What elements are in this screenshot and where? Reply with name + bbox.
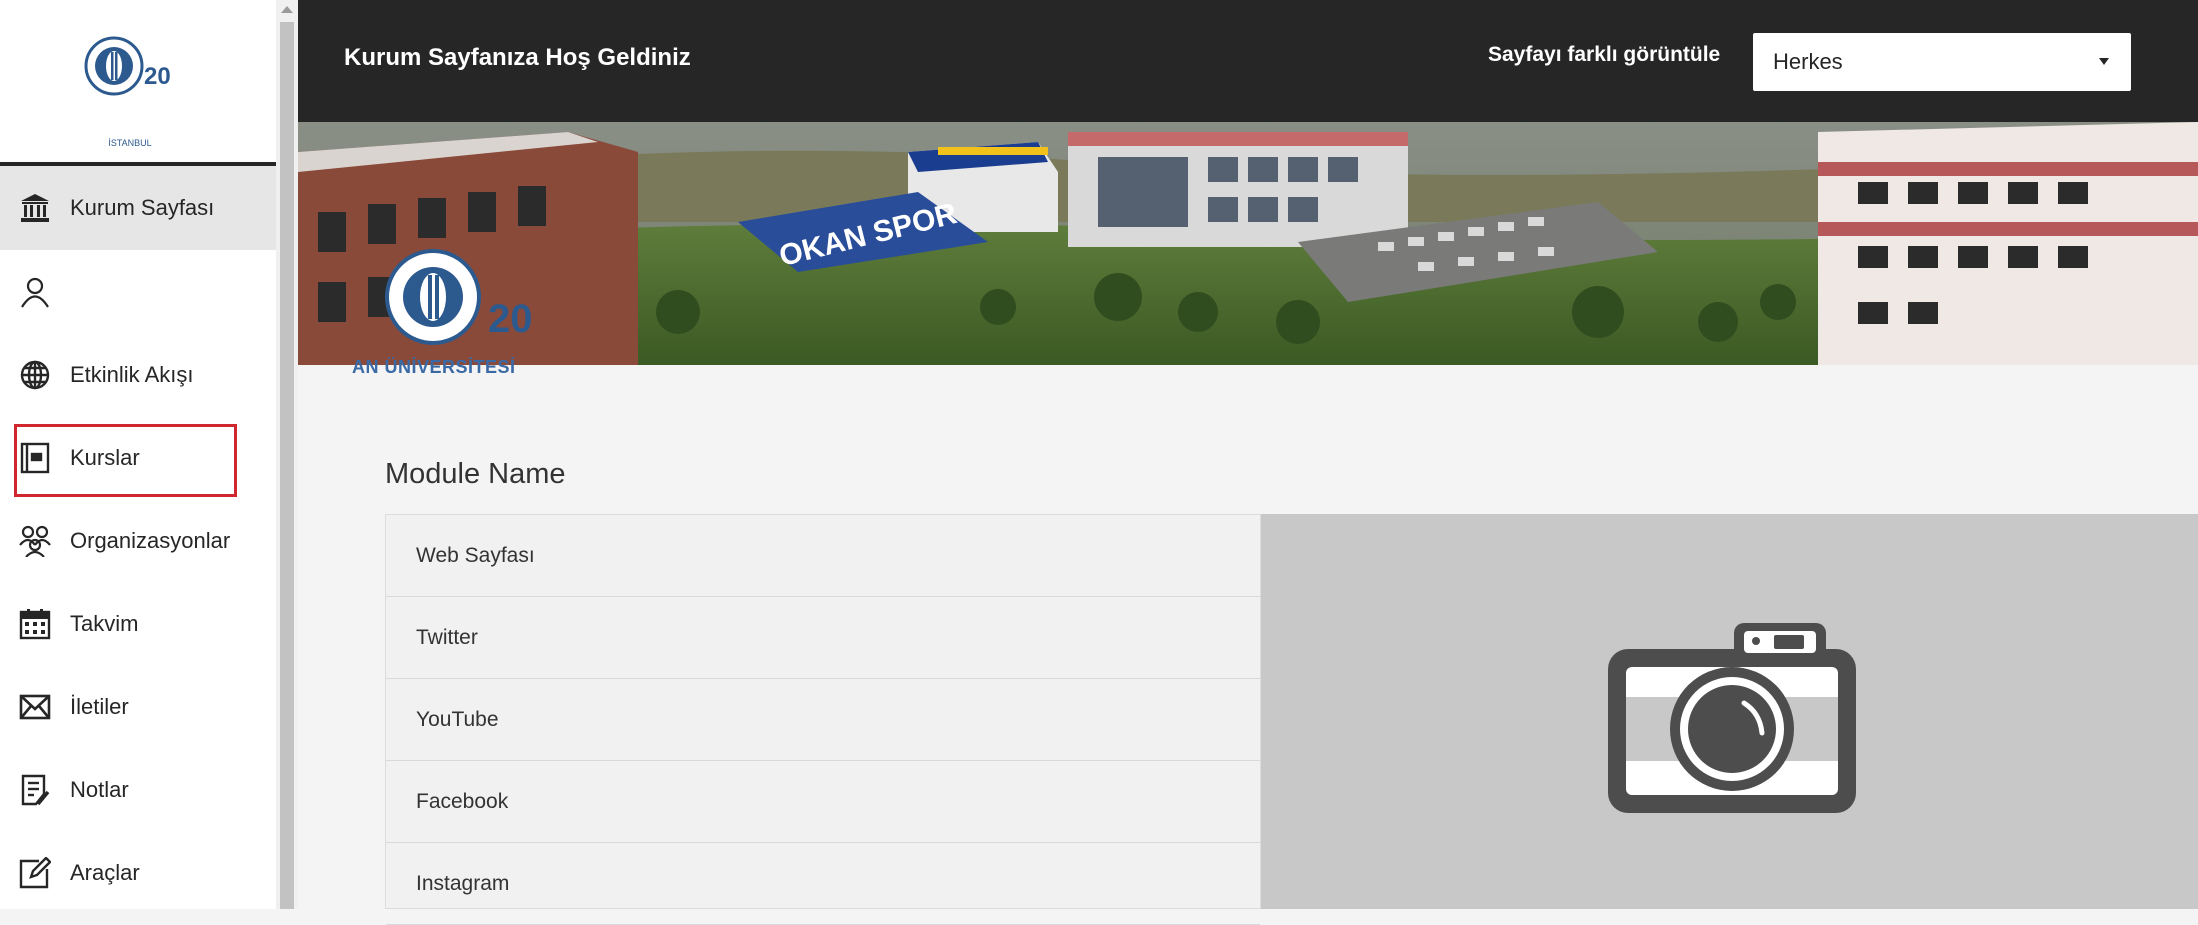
sidebar-item-label: Kurslar [70,444,140,470]
sidebar-item-label: Notlar [70,776,129,802]
module-link-list: Web Sayfası Twitter YouTube Facebook Ins… [385,514,1261,925]
institution-icon [18,191,52,225]
envelope-icon [18,690,52,724]
sidebar-item-grades[interactable]: Notlar [0,748,276,831]
link-facebook[interactable]: Facebook [386,761,1260,843]
page-title: Kurum Sayfanıza Hoş Geldiniz [344,44,691,71]
sidebar-item-profile[interactable] [0,250,276,333]
link-web-page[interactable]: Web Sayfası [386,515,1260,597]
sidebar-item-tools[interactable]: Araçlar [0,831,276,914]
sidebar-item-activity-stream[interactable]: Etkinlik Akışı [0,333,276,416]
link-instagram[interactable]: Instagram [386,843,1260,925]
calendar-icon [18,607,52,641]
caret-down-icon [2099,58,2109,65]
link-youtube[interactable]: YouTube [386,679,1260,761]
sidebar-item-label: Organizasyonlar [70,527,231,553]
module-panel: Web Sayfası Twitter YouTube Facebook Ins… [385,514,2198,925]
globe-icon [18,358,52,392]
sidebar-item-label: Kurum Sayfası [70,195,215,220]
university-logo[interactable]: 20 İSTANBUL [70,34,190,148]
module-image-placeholder [1261,514,2198,909]
user-icon [18,275,52,309]
campus-banner-image: OKAN SPOR 20 [298,122,2198,365]
sidebar: 20 İSTANBUL Kurum Sayfası Etkinlik Akışı [0,0,276,909]
scrollbar-thumb[interactable] [280,22,294,909]
svg-text:20: 20 [144,63,171,90]
view-as-label: Sayfayı farklı görüntüle [1488,43,1721,66]
sidebar-item-messages[interactable]: İletiler [0,665,276,748]
page-header: Kurum Sayfanıza Hoş Geldiniz Sayfayı far… [298,0,2198,122]
sidebar-item-institution[interactable]: Kurum Sayfası [0,162,276,250]
logo-seal-icon: 20 [84,36,171,96]
module-title: Module Name [385,458,566,490]
sidebar-item-label: İletiler [70,693,129,719]
sidebar-item-organizations[interactable]: Organizasyonlar [0,499,276,582]
camera-icon [1608,623,1856,813]
sidebar-nav: Kurum Sayfası Etkinlik Akışı Kurslar Org… [0,162,276,914]
sidebar-item-calendar[interactable]: Takvim [0,582,276,665]
view-as-select[interactable]: Herkes [1753,33,2131,91]
view-as-value: Herkes [1773,49,1843,74]
organizations-icon [18,524,52,558]
courses-icon [18,441,52,475]
campus-photo: OKAN SPOR 20 [298,122,2198,365]
logo-city-text: İSTANBUL [108,138,152,148]
sidebar-item-label: Etkinlik Akışı [70,361,194,387]
scroll-up-arrow-icon[interactable] [281,6,293,13]
sidebar-item-label: Araçlar [70,859,140,885]
grades-icon [18,773,52,807]
tools-icon [18,856,52,890]
sidebar-item-courses[interactable]: Kurslar [0,416,276,499]
svg-text:20: 20 [488,297,533,341]
sidebar-item-label: Takvim [70,610,139,636]
link-twitter[interactable]: Twitter [386,597,1260,679]
banner-logo-text: AN ÜNİVERSİTESİ [352,357,516,377]
sidebar-scrollbar[interactable] [276,0,298,909]
